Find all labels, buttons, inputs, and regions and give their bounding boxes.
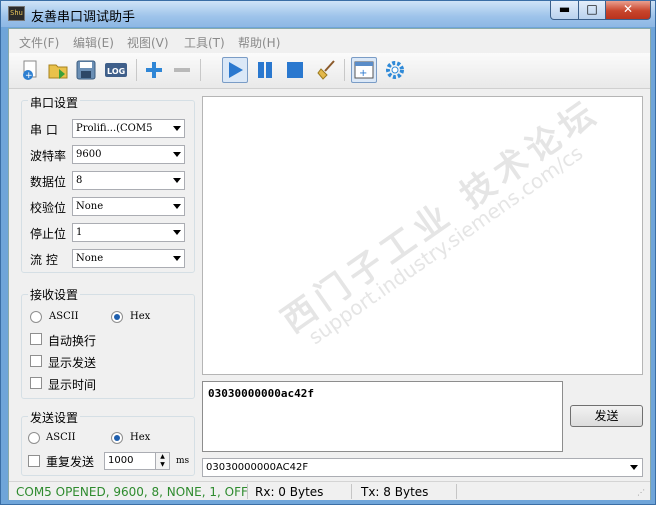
chevron-down-icon	[173, 204, 181, 209]
app-window: Shu 友善串口调试助手 ▬ □ ✕ 文件(F) 编辑(E) 视图(V) 工具(…	[0, 0, 656, 505]
auto-wrap-checkbox[interactable]	[30, 333, 42, 345]
connection-status: COM5 OPENED, 9600, 8, NONE, 1, OFF	[16, 485, 248, 499]
menu-help[interactable]: 帮助(H)	[238, 34, 280, 51]
receive-ascii-radio[interactable]	[30, 311, 42, 323]
menu-edit[interactable]: 编辑(E)	[73, 34, 114, 51]
log-icon[interactable]: LOG	[103, 57, 129, 83]
auto-wrap-label: 自动换行	[48, 334, 97, 348]
chevron-down-icon	[173, 126, 181, 131]
svg-text:+: +	[25, 71, 33, 81]
toolbar-separator	[136, 59, 137, 81]
open-folder-icon[interactable]	[45, 57, 71, 83]
serial-settings-title: 串口设置	[28, 94, 81, 111]
status-bar: COM5 OPENED, 9600, 8, NONE, 1, OFF Rx: 0…	[9, 481, 650, 500]
send-settings-title: 发送设置	[28, 409, 81, 426]
svg-text:+: +	[359, 68, 367, 79]
pause-icon[interactable]	[252, 57, 278, 83]
save-disk-icon[interactable]	[73, 57, 99, 83]
send-textarea[interactable]: 03030000000ac42f	[202, 381, 563, 452]
send-history-select[interactable]: 03030000000AC42F	[202, 458, 643, 477]
repeat-send-checkbox[interactable]	[28, 455, 40, 467]
port-label: 串 口	[30, 123, 58, 137]
repeat-interval-spinner[interactable]: 1000 ▲ ▼	[104, 452, 170, 470]
tx-count: Tx: 8 Bytes	[361, 485, 429, 499]
menu-view[interactable]: 视图(V)	[127, 34, 169, 51]
show-send-checkbox[interactable]	[30, 355, 42, 367]
repeat-send-label: 重复发送	[46, 455, 95, 469]
new-file-icon[interactable]: +	[17, 57, 43, 83]
chevron-down-icon	[173, 178, 181, 183]
receive-ascii-label: ASCII	[49, 311, 79, 322]
chevron-down-icon	[173, 256, 181, 261]
resize-grip-icon[interactable]: ⋰	[637, 488, 645, 497]
toolbar-separator	[200, 59, 201, 81]
title-bar[interactable]: Shu 友善串口调试助手 ▬ □ ✕	[1, 1, 655, 27]
port-select[interactable]: Prolifi...(COM5	[72, 119, 185, 138]
stopbits-label: 停止位	[30, 227, 67, 241]
show-time-label: 显示时间	[48, 378, 97, 392]
stop-icon[interactable]	[282, 57, 308, 83]
toolbar-separator	[344, 59, 345, 81]
app-icon: Shu	[8, 6, 25, 21]
flow-select[interactable]: None	[72, 249, 185, 268]
chevron-down-icon	[173, 152, 181, 157]
status-separator	[351, 484, 352, 499]
receive-hex-label: Hex	[130, 311, 151, 322]
minimize-button[interactable]: ▬	[550, 1, 579, 20]
status-separator	[247, 484, 248, 499]
chevron-down-icon	[173, 230, 181, 235]
spin-up-icon[interactable]: ▲	[155, 453, 169, 461]
status-separator	[456, 484, 457, 499]
flow-label: 流 控	[30, 253, 58, 267]
databits-select[interactable]: 8	[72, 171, 185, 190]
spin-down-icon[interactable]: ▼	[155, 461, 169, 469]
close-button[interactable]: ✕	[605, 1, 651, 20]
receive-textarea[interactable]	[202, 96, 643, 375]
baud-label: 波特率	[30, 149, 67, 163]
parity-label: 校验位	[30, 201, 67, 215]
svg-text:LOG: LOG	[107, 67, 125, 76]
send-ascii-label: ASCII	[46, 432, 76, 443]
show-send-label: 显示发送	[48, 356, 97, 370]
receive-settings-title: 接收设置	[28, 286, 81, 303]
chevron-down-icon	[630, 465, 638, 470]
clear-broom-icon[interactable]	[314, 57, 340, 83]
menu-file[interactable]: 文件(F)	[19, 34, 59, 51]
interval-unit-label: ms	[176, 456, 190, 466]
remove-icon[interactable]	[169, 57, 195, 83]
settings-gear-icon[interactable]	[382, 57, 408, 83]
send-hex-label: Hex	[130, 432, 151, 443]
stopbits-select[interactable]: 1	[72, 223, 185, 242]
databits-label: 数据位	[30, 175, 67, 189]
new-window-icon[interactable]: +	[351, 57, 377, 83]
window-title: 友善串口调试助手	[31, 10, 136, 25]
rx-count: Rx: 0 Bytes	[255, 485, 324, 499]
maximize-button[interactable]: □	[578, 1, 606, 20]
send-ascii-radio[interactable]	[28, 432, 40, 444]
add-icon[interactable]	[141, 57, 167, 83]
receive-hex-radio[interactable]	[111, 311, 123, 323]
menu-bar: 文件(F) 编辑(E) 视图(V) 工具(T) 帮助(H)	[9, 29, 650, 53]
send-hex-radio[interactable]	[111, 432, 123, 444]
play-icon[interactable]	[222, 57, 248, 83]
client-area: 文件(F) 编辑(E) 视图(V) 工具(T) 帮助(H) + LOG + 串口…	[8, 28, 651, 500]
show-time-checkbox[interactable]	[30, 377, 42, 389]
toolbar: + LOG +	[9, 53, 650, 89]
menu-tools[interactable]: 工具(T)	[184, 34, 225, 51]
parity-select[interactable]: None	[72, 197, 185, 216]
baud-select[interactable]: 9600	[72, 145, 185, 164]
send-button[interactable]: 发送	[570, 405, 643, 427]
